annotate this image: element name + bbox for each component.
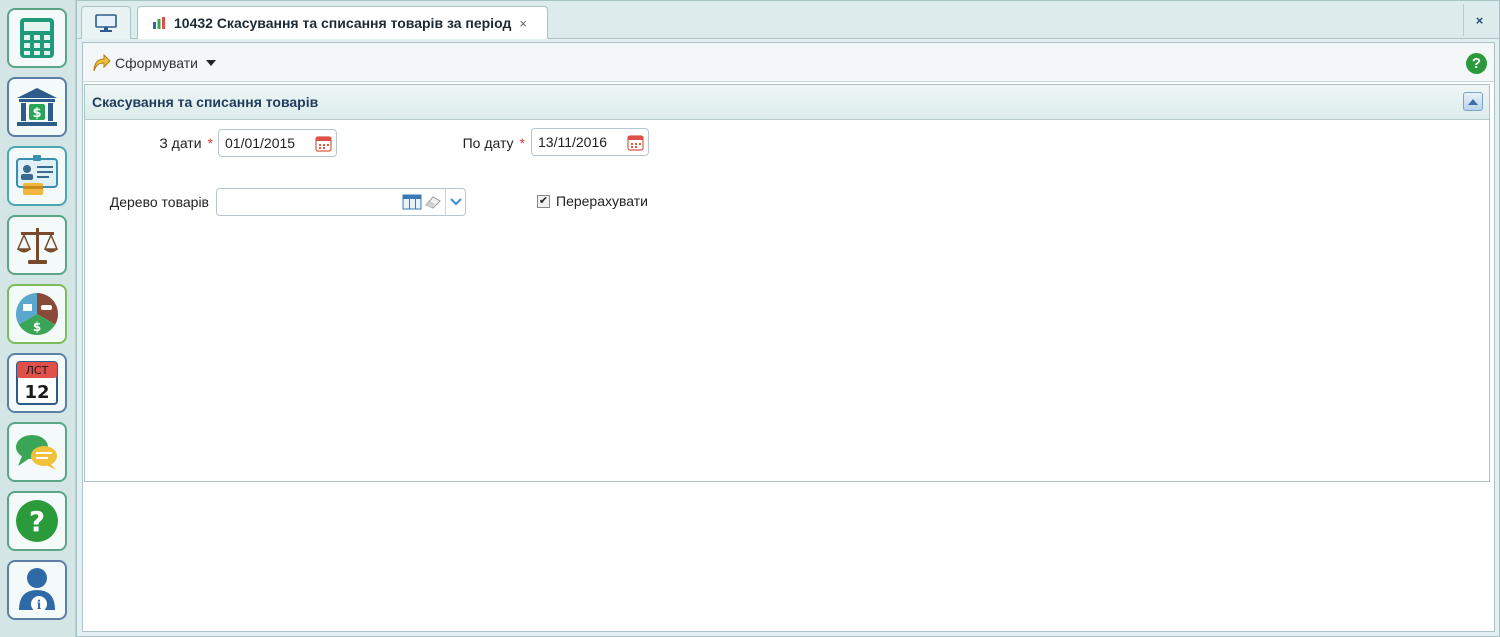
- budget-button[interactable]: $: [7, 284, 67, 344]
- filter-panel: Скасування та списання товарів З дати * 0…: [84, 84, 1490, 482]
- app-launcher: $ $ ЛСТ 12 ? i: [0, 0, 76, 637]
- contacts-button[interactable]: [7, 146, 67, 206]
- calendar-month: ЛСТ: [26, 364, 49, 377]
- required-mark: *: [207, 135, 213, 151]
- tab-title: 10432 Скасування та списання товарів за …: [174, 15, 512, 31]
- tab-report[interactable]: 10432 Скасування та списання товарів за …: [137, 6, 548, 39]
- user-info-icon: i: [19, 568, 55, 612]
- from-date-label: З дати *: [125, 135, 213, 151]
- panel-title: Скасування та списання товарів: [92, 94, 319, 110]
- scales-icon: [16, 228, 59, 264]
- to-date-field[interactable]: 13/11/2016: [531, 128, 649, 156]
- bank-button[interactable]: $: [7, 77, 67, 137]
- recalculate-checkbox[interactable]: ✔ Перерахувати: [537, 193, 648, 209]
- id-card-icon: [16, 155, 58, 195]
- calculator-button[interactable]: [7, 8, 67, 68]
- calendar-day: 12: [24, 382, 49, 403]
- to-date-label: По дату *: [425, 135, 525, 151]
- calendar-icon[interactable]: [315, 135, 332, 152]
- tree-select-icon[interactable]: [402, 194, 422, 210]
- chevron-down-icon[interactable]: [205, 60, 216, 66]
- user-info-button[interactable]: i: [7, 560, 67, 620]
- monitor-icon: [95, 14, 117, 32]
- chevron-up-icon: [1468, 98, 1478, 105]
- calculator-icon: [20, 18, 54, 58]
- tab-bar: 10432 Скасування та списання товарів за …: [77, 1, 1499, 39]
- generate-label: Сформувати: [115, 55, 198, 71]
- arrow-forward-icon: [93, 53, 111, 72]
- chevron-down-icon: [449, 198, 462, 206]
- budget-pie-icon: $: [15, 293, 59, 336]
- scales-button[interactable]: [7, 215, 67, 275]
- svg-text:$: $: [33, 320, 41, 334]
- panel-header: Скасування та списання товарів: [85, 85, 1489, 120]
- report-content: Сформувати ? Скасування та списання това…: [82, 42, 1495, 632]
- info-glyph: i: [37, 598, 42, 612]
- tab-close-button[interactable]: ×: [519, 16, 527, 31]
- main-window: 10432 Скасування та списання товарів за …: [76, 0, 1500, 637]
- calendar-icon: ЛСТ 12: [16, 361, 58, 405]
- to-date-label-text: По дату: [462, 135, 514, 151]
- checkbox-box[interactable]: ✔: [537, 194, 550, 208]
- chat-icon: [16, 435, 57, 470]
- window-close-button[interactable]: ×: [1463, 4, 1495, 36]
- bar-chart-icon: [153, 17, 165, 29]
- collapse-button[interactable]: [1463, 92, 1483, 111]
- from-date-field[interactable]: 01/01/2015: [218, 129, 337, 157]
- help-button[interactable]: ?: [7, 491, 67, 551]
- eraser-icon[interactable]: [424, 195, 442, 209]
- calendar-button[interactable]: ЛСТ 12: [7, 353, 67, 413]
- from-date-label-text: З дати: [159, 135, 202, 151]
- help-icon[interactable]: ?: [1466, 53, 1487, 74]
- goods-tree-label: Дерево товарів: [109, 194, 209, 210]
- calendar-icon[interactable]: [627, 134, 644, 151]
- toolbar: Сформувати ?: [83, 43, 1494, 82]
- from-date-value: 01/01/2015: [225, 135, 296, 151]
- goods-tree-field[interactable]: [216, 188, 466, 216]
- help-icon: ?: [16, 500, 58, 542]
- dropdown-trigger[interactable]: [445, 189, 465, 215]
- help-glyph: ?: [29, 505, 45, 538]
- svg-text:$: $: [32, 106, 41, 121]
- generate-button[interactable]: Сформувати: [91, 52, 216, 74]
- tab-home[interactable]: [81, 6, 131, 39]
- bank-icon: $: [17, 88, 57, 126]
- recalculate-label: Перерахувати: [556, 193, 648, 209]
- required-mark: *: [519, 135, 525, 151]
- to-date-value: 13/11/2016: [538, 134, 608, 150]
- messages-button[interactable]: [7, 422, 67, 482]
